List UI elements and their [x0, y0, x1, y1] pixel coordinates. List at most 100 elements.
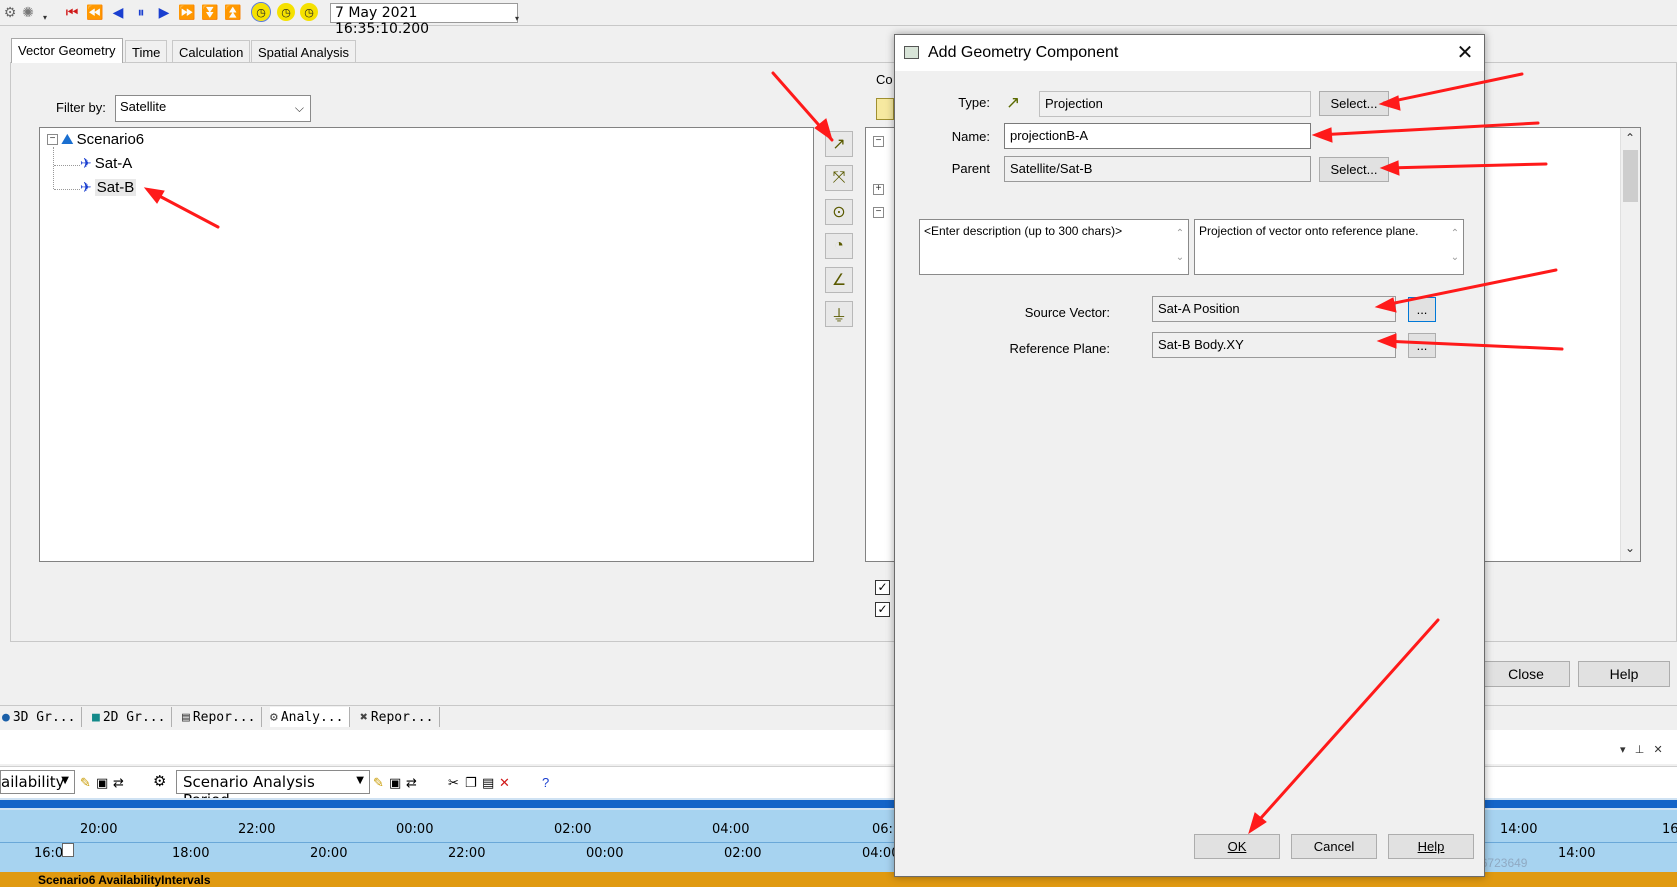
- type-description-scrollbar[interactable]: ⌃ ⌄: [1449, 222, 1461, 270]
- copy-icon[interactable]: ❐: [465, 775, 477, 791]
- dialog-close-icon[interactable]: ✕: [1454, 41, 1476, 64]
- tree-item-sat-a[interactable]: ✈ Sat-A: [80, 155, 132, 172]
- save-icon[interactable]: ▣: [389, 775, 401, 791]
- chevron-down-icon: ▼: [356, 775, 364, 786]
- add-point-button[interactable]: ⊙: [825, 199, 853, 225]
- window-tab-report-2[interactable]: ✖ Repor...: [360, 707, 441, 727]
- window-tab-2d[interactable]: ■ 2D Gr...: [92, 707, 173, 727]
- add-vector-button[interactable]: ↗: [825, 131, 853, 157]
- checkbox[interactable]: ✓: [875, 602, 890, 617]
- add-system-button[interactable]: ◔: [825, 233, 853, 259]
- folder-icon[interactable]: [876, 98, 894, 120]
- help-button[interactable]: Help: [1578, 661, 1670, 687]
- add-angle-button[interactable]: ∠: [825, 267, 853, 293]
- dialog-title: Add Geometry Component: [928, 44, 1119, 61]
- components-scrollbar[interactable]: ⌃ ⌄: [1620, 128, 1640, 561]
- angle-icon: ∠: [831, 272, 847, 289]
- refresh-icon[interactable]: ⇄: [406, 775, 417, 791]
- checkbox[interactable]: ✓: [875, 580, 890, 595]
- window-tab-report[interactable]: ▤ Repor...: [182, 707, 263, 727]
- close-button[interactable]: Close: [1482, 661, 1570, 687]
- system-icon: ◔: [834, 237, 844, 254]
- collapse-icon[interactable]: −: [873, 136, 884, 147]
- realtime-clock-icon[interactable]: ◷: [251, 2, 271, 22]
- reset-to-start-icon[interactable]: ⏮: [62, 2, 82, 22]
- type-description-box: Projection of vector onto reference plan…: [1194, 219, 1464, 275]
- vector-arrow-icon: ↗: [832, 136, 846, 153]
- tick-label: 06:: [872, 822, 893, 837]
- parent-label: Parent: [951, 161, 990, 176]
- time-slider-handle[interactable]: [62, 843, 74, 857]
- type-select-button[interactable]: Select...: [1319, 91, 1389, 116]
- description-scrollbar[interactable]: ⌃ ⌄: [1174, 222, 1186, 270]
- tab-vector-geometry[interactable]: Vector Geometry: [11, 38, 123, 63]
- paste-icon[interactable]: ▤: [482, 775, 494, 791]
- scroll-up-icon[interactable]: ⌃: [1625, 131, 1635, 145]
- dialog-help-button[interactable]: Help: [1388, 834, 1474, 859]
- add-plane-button[interactable]: ⏚: [825, 301, 853, 327]
- toolbar-dropdown-arrow[interactable]: ▾: [40, 4, 50, 22]
- sun-settings-icon[interactable]: ✺: [18, 2, 38, 22]
- parent-field: Satellite/Sat-B: [1004, 156, 1311, 182]
- plane-icon: ⏚: [830, 308, 847, 325]
- tab-time[interactable]: Time: [125, 40, 168, 62]
- tree-item-scenario[interactable]: − ⛰ Scenario6: [47, 131, 144, 148]
- time-dropdown-arrow[interactable]: ▾: [512, 5, 522, 23]
- parent-select-button[interactable]: Select...: [1319, 157, 1389, 182]
- scroll-thumb[interactable]: [1623, 150, 1638, 202]
- cancel-button[interactable]: Cancel: [1291, 834, 1377, 859]
- availability-select-value: ailability: [1, 773, 65, 791]
- tick-label: 00:00: [396, 822, 434, 837]
- increase-step-icon[interactable]: ⏫: [223, 2, 243, 22]
- step-back-fast-icon[interactable]: ⏪: [85, 2, 105, 22]
- tree-item-sat-b[interactable]: ✈ Sat-B: [80, 179, 137, 196]
- dialog-window-icon: [904, 46, 919, 59]
- pause-icon[interactable]: ⏸: [131, 2, 151, 22]
- description-input[interactable]: <Enter description (up to 300 chars)> ⌃ ⌄: [919, 219, 1189, 275]
- fast-forward-icon[interactable]: ⏩: [177, 2, 197, 22]
- reference-plane-browse-button[interactable]: ...: [1408, 333, 1436, 358]
- expand-icon[interactable]: +: [873, 184, 884, 195]
- window-tab-3d[interactable]: ● 3D Gr...: [2, 707, 83, 727]
- window-tab-label: 3D Gr...: [12, 709, 76, 725]
- reference-plane-field: Sat-B Body.XY: [1152, 332, 1396, 358]
- refresh-icon[interactable]: ⇄: [113, 775, 124, 791]
- x-realtime-clock-icon[interactable]: ◷: [277, 3, 295, 21]
- name-label: Name:: [951, 129, 990, 144]
- filter-label: Filter by:: [56, 100, 106, 115]
- analysis-period-select[interactable]: Scenario Analysis Period ▼: [176, 770, 370, 809]
- edit-icon[interactable]: ✎: [80, 775, 91, 791]
- add-axes-button[interactable]: ⤧: [825, 165, 853, 191]
- play-icon[interactable]: ▶: [154, 2, 174, 22]
- help-icon[interactable]: ?: [542, 775, 549, 790]
- tick-label: 22:00: [238, 822, 276, 837]
- tab-spatial-analysis[interactable]: Spatial Analysis: [251, 40, 357, 62]
- gear-icon[interactable]: ⚙: [0, 2, 20, 22]
- scenario-period-icon: ⚙: [153, 773, 167, 790]
- step-back-icon[interactable]: ◀: [108, 2, 128, 22]
- tick-label: 20:00: [310, 846, 348, 861]
- tree-connector: [54, 189, 80, 190]
- name-input[interactable]: projectionB-A: [1004, 123, 1311, 149]
- object-tree[interactable]: [39, 127, 814, 562]
- collapse-icon[interactable]: −: [47, 134, 58, 145]
- edit-icon[interactable]: ✎: [373, 775, 384, 791]
- scroll-down-icon[interactable]: ⌄: [1625, 541, 1635, 555]
- filter-select[interactable]: Satellite ⌵: [115, 95, 311, 122]
- scenario-icon: ⛰: [61, 131, 74, 148]
- collapse-icon[interactable]: −: [873, 207, 884, 218]
- pin-icons[interactable]: ▾ ⊥ ✕: [1620, 743, 1663, 756]
- delete-icon[interactable]: ✕: [499, 775, 510, 791]
- tree-connector: [53, 147, 54, 189]
- report-icon: ▤: [182, 709, 190, 725]
- window-tab-analysis[interactable]: ⚙ Analy...: [270, 707, 351, 727]
- source-vector-browse-button[interactable]: ...: [1408, 297, 1436, 322]
- ok-button[interactable]: OK: [1194, 834, 1280, 859]
- decrease-step-icon[interactable]: ⏬: [200, 2, 220, 22]
- animation-clock-icon[interactable]: ◷: [300, 3, 318, 21]
- tab-calculation[interactable]: Calculation: [172, 40, 251, 62]
- save-icon[interactable]: ▣: [96, 775, 108, 791]
- availability-select[interactable]: ailability ▼: [0, 770, 75, 794]
- cut-icon[interactable]: ✂: [448, 775, 459, 791]
- tick-label: 02:00: [554, 822, 592, 837]
